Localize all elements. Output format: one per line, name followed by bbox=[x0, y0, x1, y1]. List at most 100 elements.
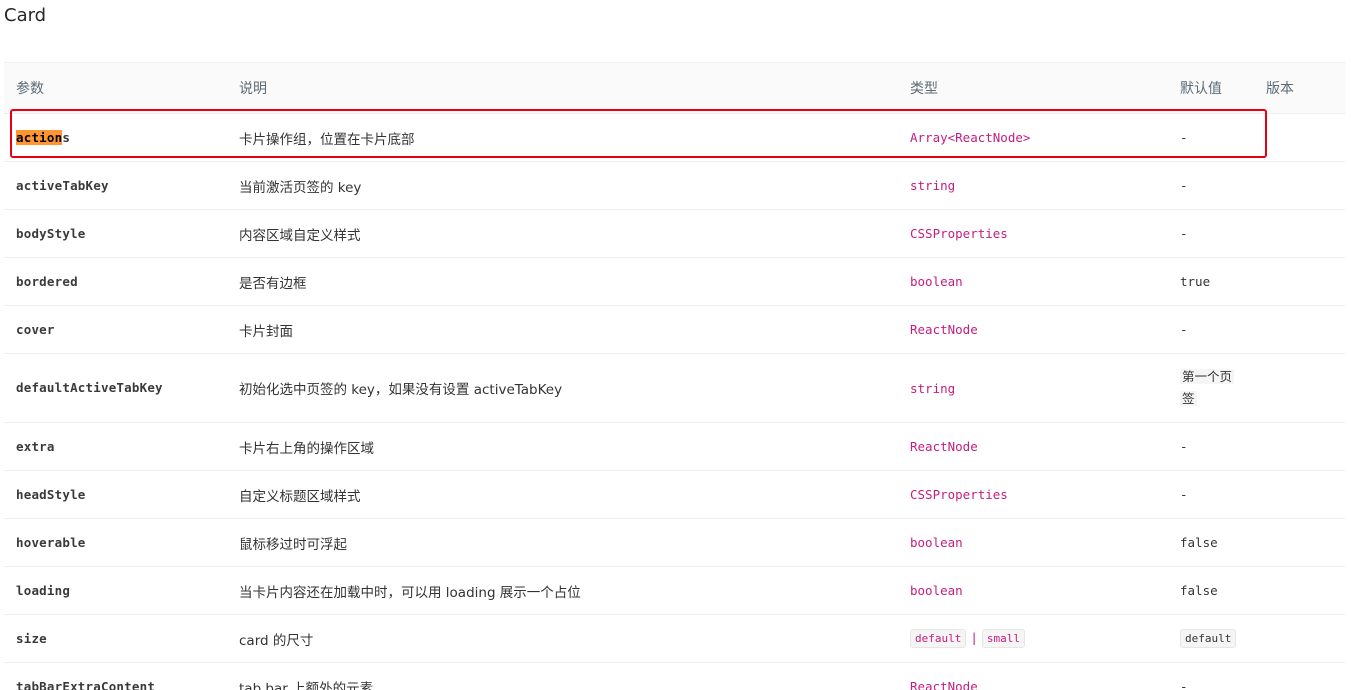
default-cell: false bbox=[1168, 518, 1254, 567]
desc-cell: 初始化选中页签的 key，如果没有设置 activeTabKey bbox=[227, 353, 898, 423]
table-row: cover 卡片封面 ReactNode - bbox=[4, 305, 1345, 354]
type-separator: | bbox=[970, 630, 978, 645]
param-name: actions bbox=[16, 129, 71, 145]
param-name: bodyStyle bbox=[16, 225, 86, 241]
version-cell bbox=[1254, 566, 1345, 615]
type-cell: CSSProperties bbox=[898, 470, 1168, 519]
default-cell: - bbox=[1168, 422, 1254, 471]
param-name: extra bbox=[16, 438, 55, 454]
param-cell: headStyle bbox=[4, 470, 227, 519]
table-row: hoverable 鼠标移过时可浮起 boolean false bbox=[4, 518, 1345, 567]
default-cell: false bbox=[1168, 566, 1254, 615]
default-code-box: 第一个页签 bbox=[1180, 366, 1235, 410]
table-row: extra 卡片右上角的操作区域 ReactNode - bbox=[4, 422, 1345, 471]
version-cell bbox=[1254, 470, 1345, 519]
api-table: 参数 说明 类型 默认值 版本 actions 卡片操作组，位置在卡片底部 Ar… bbox=[4, 62, 1345, 690]
param-cell: hoverable bbox=[4, 518, 227, 567]
default-cell: - bbox=[1168, 305, 1254, 354]
version-cell bbox=[1254, 257, 1345, 306]
default-cell: - bbox=[1168, 113, 1254, 162]
desc-cell: card 的尺寸 bbox=[227, 614, 898, 663]
param-name: cover bbox=[16, 321, 55, 337]
desc-cell: 卡片封面 bbox=[227, 305, 898, 354]
table-row: headStyle 自定义标题区域样式 CSSProperties - bbox=[4, 470, 1345, 519]
type-cell: boolean bbox=[898, 518, 1168, 567]
version-cell bbox=[1254, 662, 1345, 690]
default-cell: - bbox=[1168, 470, 1254, 519]
param-name: size bbox=[16, 630, 47, 646]
version-cell bbox=[1254, 422, 1345, 471]
default-cell: 第一个页签 bbox=[1168, 353, 1254, 423]
table-row: activeTabKey 当前激活页签的 key string - bbox=[4, 161, 1345, 210]
desc-cell: 鼠标移过时可浮起 bbox=[227, 518, 898, 567]
param-cell: activeTabKey bbox=[4, 161, 227, 210]
default-line-2: 签 bbox=[1180, 391, 1197, 406]
default-cell: - bbox=[1168, 161, 1254, 210]
param-name: loading bbox=[16, 582, 71, 598]
default-cell: true bbox=[1168, 257, 1254, 306]
type-cell: CSSProperties bbox=[898, 209, 1168, 258]
table-row: size card 的尺寸 default | small default bbox=[4, 614, 1345, 663]
table-row: bodyStyle 内容区域自定义样式 CSSProperties - bbox=[4, 209, 1345, 258]
param-name: tabBarExtraContent bbox=[16, 678, 156, 690]
desc-cell: 当前激活页签的 key bbox=[227, 161, 898, 210]
param-name: activeTabKey bbox=[16, 177, 109, 193]
version-cell bbox=[1254, 305, 1345, 354]
default-line-1: 第一个页 bbox=[1180, 369, 1235, 384]
type-cell: string bbox=[898, 353, 1168, 423]
param-cell: tabBarExtraContent bbox=[4, 662, 227, 690]
header-version: 版本 bbox=[1254, 62, 1345, 114]
param-cell: actions bbox=[4, 113, 227, 162]
desc-cell: 内容区域自定义样式 bbox=[227, 209, 898, 258]
header-param: 参数 bbox=[4, 62, 227, 114]
type-cell: boolean bbox=[898, 566, 1168, 615]
param-cell: defaultActiveTabKey bbox=[4, 353, 227, 423]
param-name-rest: s bbox=[62, 129, 71, 145]
version-cell bbox=[1254, 518, 1345, 567]
table-header-row: 参数 说明 类型 默认值 版本 bbox=[4, 62, 1345, 114]
type-cell: ReactNode bbox=[898, 422, 1168, 471]
table-row: actions 卡片操作组，位置在卡片底部 Array<ReactNode> - bbox=[4, 113, 1345, 162]
type-option-small: small bbox=[981, 629, 1026, 648]
version-cell bbox=[1254, 353, 1345, 423]
version-cell bbox=[1254, 113, 1345, 162]
type-cell: Array<ReactNode> bbox=[898, 113, 1168, 162]
type-cell: default | small bbox=[898, 614, 1168, 663]
desc-cell: 卡片操作组，位置在卡片底部 bbox=[227, 113, 898, 162]
desc-cell: 卡片右上角的操作区域 bbox=[227, 422, 898, 471]
header-desc: 说明 bbox=[227, 62, 898, 114]
desc-cell: 是否有边框 bbox=[227, 257, 898, 306]
default-code-tag: default bbox=[1180, 629, 1237, 648]
param-cell: extra bbox=[4, 422, 227, 471]
param-cell: cover bbox=[4, 305, 227, 354]
version-cell bbox=[1254, 614, 1345, 663]
default-cell: - bbox=[1168, 209, 1254, 258]
param-name: bordered bbox=[16, 273, 78, 289]
header-type: 类型 bbox=[898, 62, 1168, 114]
search-highlight: action bbox=[16, 129, 63, 145]
param-cell: loading bbox=[4, 566, 227, 615]
desc-cell: 当卡片内容还在加载中时，可以用 loading 展示一个占位 bbox=[227, 566, 898, 615]
type-cell: boolean bbox=[898, 257, 1168, 306]
header-default: 默认值 bbox=[1168, 62, 1254, 114]
param-cell: bordered bbox=[4, 257, 227, 306]
desc-cell: tab bar 上额外的元素 bbox=[227, 662, 898, 690]
table-row: defaultActiveTabKey 初始化选中页签的 key，如果没有设置 … bbox=[4, 353, 1345, 423]
version-cell bbox=[1254, 161, 1345, 210]
param-name: hoverable bbox=[16, 534, 86, 550]
table-row: tabBarExtraContent tab bar 上额外的元素 ReactN… bbox=[4, 662, 1345, 690]
type-cell: ReactNode bbox=[898, 305, 1168, 354]
default-cell: default bbox=[1168, 614, 1254, 663]
page-title: Card bbox=[4, 5, 47, 26]
param-cell: bodyStyle bbox=[4, 209, 227, 258]
param-cell: size bbox=[4, 614, 227, 663]
param-name: headStyle bbox=[16, 486, 86, 502]
page: Card 参数 说明 类型 默认值 版本 actions 卡片操作组，位置在卡片… bbox=[0, 0, 1351, 690]
table-row: bordered 是否有边框 boolean true bbox=[4, 257, 1345, 306]
type-option-default: default bbox=[910, 629, 967, 648]
type-cell: ReactNode bbox=[898, 662, 1168, 690]
desc-cell: 自定义标题区域样式 bbox=[227, 470, 898, 519]
table-row: loading 当卡片内容还在加载中时，可以用 loading 展示一个占位 b… bbox=[4, 566, 1345, 615]
version-cell bbox=[1254, 209, 1345, 258]
param-name: defaultActiveTabKey bbox=[16, 380, 163, 395]
